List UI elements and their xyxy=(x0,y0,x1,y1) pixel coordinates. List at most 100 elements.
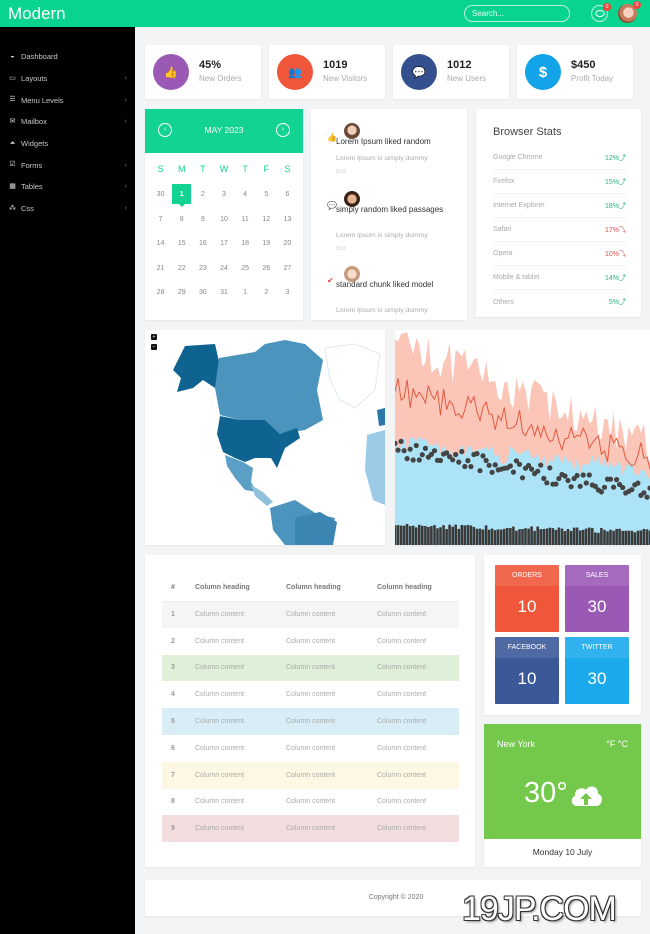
scatter-point xyxy=(565,477,571,484)
column-header[interactable]: Column heading xyxy=(186,574,277,602)
chat-button[interactable]: 0 xyxy=(591,3,611,22)
table-row[interactable]: 7 Column content Column content Column cont… xyxy=(162,761,459,789)
calendar-day[interactable]: 8 xyxy=(171,216,192,223)
calendar-day[interactable]: 14 xyxy=(150,240,171,247)
map-region-europe[interactable] xyxy=(377,408,385,426)
calendar-day[interactable]: 13 xyxy=(277,216,298,223)
stat-glyph: 👍 xyxy=(164,66,178,79)
table-row[interactable]: 8 Column content Column content Column cont… xyxy=(162,788,459,816)
scatter-point xyxy=(529,466,535,472)
browser-name: Firefox xyxy=(493,178,515,185)
calendar-day[interactable]: 27 xyxy=(277,265,298,272)
map-zoom-out-button[interactable]: − xyxy=(151,344,157,350)
table-row[interactable]: 4 Column content Column content Column cont… xyxy=(162,681,459,709)
scatter-point xyxy=(489,469,495,475)
column-header[interactable]: Column heading xyxy=(277,574,368,602)
calendar-day[interactable]: 25 xyxy=(235,265,256,272)
user-avatar[interactable]: 0 xyxy=(618,1,641,23)
volume-bar xyxy=(421,525,424,545)
tile-facebook[interactable]: FACEBOOK 10 xyxy=(495,637,559,704)
calendar-day[interactable]: 23 xyxy=(192,265,213,272)
calendar-day[interactable]: 17 xyxy=(213,240,234,247)
world-map[interactable]: + − xyxy=(145,330,385,545)
calendar-day[interactable]: 15 xyxy=(171,240,192,247)
calendar-day[interactable]: 3 xyxy=(213,191,234,198)
sidebar-item-tables[interactable]: ▦ Tables ‹ xyxy=(0,176,135,198)
calendar-day[interactable]: 28 xyxy=(150,289,171,296)
calendar-day[interactable]: 24 xyxy=(213,265,234,272)
sidebar-item-layouts[interactable]: ▭ Layouts ‹ xyxy=(0,68,135,90)
calendar-day[interactable]: 26 xyxy=(256,265,277,272)
calendar-day[interactable]: 7 xyxy=(150,216,171,223)
calendar-day[interactable]: 30 xyxy=(192,289,213,296)
sidebar-item-css[interactable]: ⁂ Css ‹ xyxy=(0,198,135,220)
scatter-point xyxy=(401,448,407,454)
calendar-day[interactable]: 21 xyxy=(150,265,171,272)
calendar-day[interactable]: 19 xyxy=(256,240,277,247)
calendar-day[interactable]: 30 xyxy=(150,191,171,198)
browser-share: 17%⤵ xyxy=(605,225,626,235)
calendar-day[interactable]: 1 xyxy=(235,289,256,296)
calendar-day[interactable]: 12 xyxy=(256,216,277,223)
calendar-day[interactable]: 31 xyxy=(213,289,234,296)
calendar-day[interactable]: 18 xyxy=(235,240,256,247)
calendar-week: 14 15 16 17 18 19 20 xyxy=(150,232,298,257)
stat-glyph: 👥 xyxy=(288,66,302,79)
calendar-day[interactable]: 20 xyxy=(277,240,298,247)
calendar-day[interactable]: 22 xyxy=(171,265,192,272)
map-region-brazil[interactable] xyxy=(295,512,337,545)
next-month-button[interactable]: › xyxy=(276,123,290,137)
sidebar-item-mailbox[interactable]: ✉ Mailbox ‹ xyxy=(0,111,135,133)
table-row[interactable]: 3 Column content Column content Column cont… xyxy=(162,654,459,682)
sidebar-item-menu-levels[interactable]: ☰ Menu Levels ‹ xyxy=(0,89,135,111)
scatter-point xyxy=(577,483,583,489)
scatter-point xyxy=(644,494,650,500)
calendar-day[interactable]: 5 xyxy=(256,191,277,198)
row-number: 8 xyxy=(171,798,175,806)
column-header[interactable]: Column heading xyxy=(368,574,459,602)
sidebar-item-widgets[interactable]: ⏶ Widgets xyxy=(0,133,135,155)
map-region-alaska[interactable] xyxy=(173,344,221,392)
sidebar-item-dashboard[interactable]: ◒ Dashboard xyxy=(0,46,135,68)
app-title[interactable]: Modern xyxy=(8,4,66,24)
browser-name: Internet Explorer xyxy=(493,202,545,209)
column-header[interactable]: # xyxy=(162,574,186,602)
table-row[interactable]: 9 Column content Column content Column cont… xyxy=(162,815,459,843)
volume-bar xyxy=(597,532,600,545)
calendar-day[interactable]: 16 xyxy=(192,240,213,247)
search-input[interactable] xyxy=(464,5,570,22)
calendar-day[interactable]: 10 xyxy=(213,216,234,223)
table-row[interactable]: 6 Column content Column content Column cont… xyxy=(162,734,459,762)
envelope-icon: ✉ xyxy=(9,117,16,125)
weather-unit-toggle[interactable]: °F °C xyxy=(606,739,628,749)
table-row[interactable]: 1 Column content Column content Column cont… xyxy=(162,601,459,628)
map-region-central-america[interactable] xyxy=(251,485,273,506)
calendar-day[interactable]: 2 xyxy=(192,191,213,198)
volume-bar xyxy=(545,528,549,545)
calendar-day[interactable]: 4 xyxy=(235,191,256,198)
calendar-day[interactable]: 11 xyxy=(235,216,256,223)
table-row[interactable]: 5 Column content Column content Column cont… xyxy=(162,708,459,735)
calendar-day[interactable]: 29 xyxy=(171,289,192,296)
tile-twitter[interactable]: TWITTER 30 xyxy=(565,637,629,704)
calendar-day[interactable]: 3 xyxy=(277,289,298,296)
calendar-day[interactable]: 9 xyxy=(192,216,213,223)
tile-orders[interactable]: ORDERS 10 xyxy=(495,565,559,632)
table-row[interactable]: 2 Column content Column content Column cont… xyxy=(162,627,459,655)
calendar-day-selected[interactable]: 1 xyxy=(171,184,192,208)
chevron-left-icon: ‹ xyxy=(124,96,127,104)
weekday-label: T xyxy=(242,164,248,175)
sidebar-item-forms[interactable]: ☑ Forms ‹ xyxy=(0,154,135,176)
stat-label: New Visitors xyxy=(323,74,368,83)
calendar-day[interactable]: 2 xyxy=(256,289,277,296)
tile-label: TWITTER xyxy=(565,637,629,658)
calendar-header: ‹ MAY 2023 › xyxy=(145,109,303,153)
map-region-greenland[interactable] xyxy=(324,343,381,409)
calendar-day[interactable]: 6 xyxy=(277,191,298,198)
weekday-label: F xyxy=(263,164,270,175)
sidebar-item-label: Layouts xyxy=(21,74,48,84)
trend-up-icon: ⤴ xyxy=(619,154,626,162)
map-zoom-in-button[interactable]: + xyxy=(151,334,157,340)
map-region-africa[interactable] xyxy=(365,430,385,505)
tile-sales[interactable]: SALES 30 xyxy=(565,565,629,632)
